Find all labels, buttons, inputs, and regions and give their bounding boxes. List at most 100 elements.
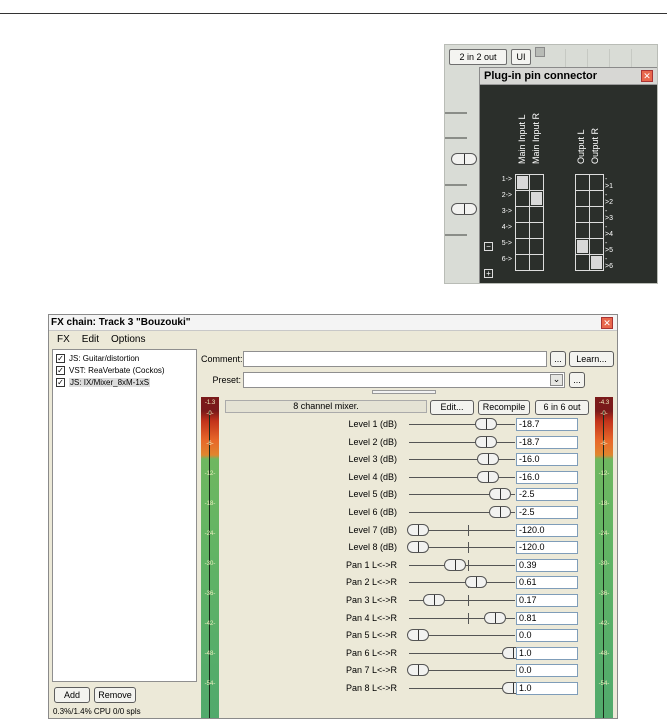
pin-cell[interactable] [516,239,530,255]
param-slider-knob[interactable] [407,541,429,554]
pin-cell[interactable] [576,191,590,207]
output-row-label: ->1 [605,176,613,190]
param-slider-knob[interactable] [488,506,511,518]
param-value-input[interactable]: -16.0 [516,453,578,467]
vu-right-peak: -4.3 [598,400,610,406]
track-slider-knob[interactable] [451,153,477,165]
param-slider-knob[interactable] [475,435,498,448]
recompile-button[interactable]: Recompile [478,400,530,415]
close-icon[interactable]: ✕ [641,70,653,82]
param-value-input[interactable]: -18.7 [516,435,578,449]
track-slider-line [445,234,467,236]
io-config-button[interactable]: 6 in 6 out [535,400,589,415]
pin-cell[interactable] [516,191,530,207]
param-value-input[interactable]: 0.61 [516,576,578,590]
add-channel-icon[interactable]: + [484,269,493,278]
pin-cell[interactable] [530,191,544,207]
param-slider-knob[interactable] [483,611,506,624]
fx-list-item[interactable]: ✓ JS: Guitar/distortion [56,352,193,364]
param-slider-track[interactable] [409,688,515,689]
pin-cell[interactable] [590,223,604,239]
pin-cell[interactable] [576,239,590,255]
pin-cell[interactable] [530,255,544,271]
param-slider-knob[interactable] [464,576,487,589]
param-value-input[interactable]: -16.0 [516,470,578,484]
param-value-input[interactable]: 1.0 [516,682,578,695]
chevron-down-icon[interactable]: ⌄ [550,374,563,386]
pin-cell[interactable] [576,255,590,271]
vu-scale-label: -54- [598,681,610,687]
param-slider-knob[interactable] [407,523,429,536]
param-value-input[interactable]: 0.81 [516,611,578,625]
param-value-input[interactable]: -120.0 [516,541,578,555]
param-slider-knob[interactable] [444,558,467,571]
param-value-input[interactable]: 1.0 [516,646,578,660]
param-slider-knob[interactable] [488,488,511,501]
remove-button[interactable]: Remove [94,687,136,703]
pin-cell[interactable] [576,223,590,239]
splitter-handle[interactable] [372,390,436,394]
preset-dropdown[interactable]: ⌄ [243,372,565,388]
track-handle[interactable] [535,47,545,57]
param-slider-track[interactable] [409,652,515,654]
input-pin-matrix [515,174,544,271]
pin-cell[interactable] [590,239,604,255]
menu-fx[interactable]: FX [57,332,70,347]
param-slider-knob[interactable] [477,453,500,466]
pin-cell[interactable] [576,175,590,191]
pin-cell[interactable] [516,255,530,271]
pin-cell[interactable] [590,191,604,207]
pin-cell[interactable] [530,175,544,191]
edit-button[interactable]: Edit... [430,400,474,415]
checkbox-icon[interactable]: ✓ [56,365,65,375]
io-config-button[interactable]: 2 in 2 out [449,49,507,65]
menu-edit[interactable]: Edit [82,332,99,347]
pin-cell[interactable] [530,207,544,223]
param-slider-track[interactable] [409,476,515,478]
param-slider-track[interactable] [409,459,515,461]
param-slider-knob[interactable] [477,470,500,483]
pin-cell[interactable] [516,175,530,191]
pin-cell[interactable] [590,175,604,191]
pin-cell[interactable] [590,255,604,271]
close-icon[interactable]: ✕ [601,317,613,329]
pin-cell[interactable] [516,223,530,239]
param-value-input[interactable]: -2.5 [516,506,578,519]
preset-browse-button[interactable]: ... [569,372,585,388]
fx-list-item[interactable]: ✓ VST: ReaVerbate (Cockos) [56,364,193,376]
remove-channel-icon[interactable]: − [484,242,493,251]
param-slider-track[interactable] [409,424,515,425]
pin-cell[interactable] [516,207,530,223]
param-slider-knob[interactable] [423,594,446,606]
param-value-input[interactable]: -2.5 [516,488,578,502]
track-slider-knob[interactable] [451,203,477,215]
comment-input[interactable] [243,351,547,367]
param-slider-track[interactable] [409,582,515,584]
add-button[interactable]: Add [54,687,90,703]
param-slider-track[interactable] [409,441,515,443]
param-value-input[interactable]: -120.0 [516,523,578,537]
param-slider-knob[interactable] [407,664,429,677]
param-value-input[interactable]: 0.39 [516,558,578,572]
learn-button[interactable]: Learn... [569,351,614,367]
param-value-input[interactable]: 0.17 [516,594,578,607]
param-value-input[interactable]: 0.0 [516,629,578,643]
param-slider-knob[interactable] [475,418,498,430]
pin-cell[interactable] [576,207,590,223]
input-row-label: 2-> [501,192,512,199]
pin-cell[interactable] [590,207,604,223]
param-value-input[interactable]: -18.7 [516,418,578,431]
checkbox-icon[interactable]: ✓ [56,377,65,387]
page-divider [0,13,667,14]
param-value-input[interactable]: 0.0 [516,664,578,678]
pin-cell[interactable] [530,223,544,239]
comment-browse-button[interactable]: ... [550,351,566,367]
param-label: Level 3 (dB) [348,454,397,465]
pin-cell[interactable] [530,239,544,255]
fx-list-item-selected[interactable]: ✓ JS: IX/Mixer_8xM-1xS [56,376,193,388]
ui-button[interactable]: UI [511,49,531,65]
menu-options[interactable]: Options [111,332,145,347]
parameter-list: Level 1 (dB) -18.7 Level 2 (dB) -18.7 Level … [199,417,595,717]
checkbox-icon[interactable]: ✓ [56,353,65,363]
param-slider-knob[interactable] [407,629,429,642]
